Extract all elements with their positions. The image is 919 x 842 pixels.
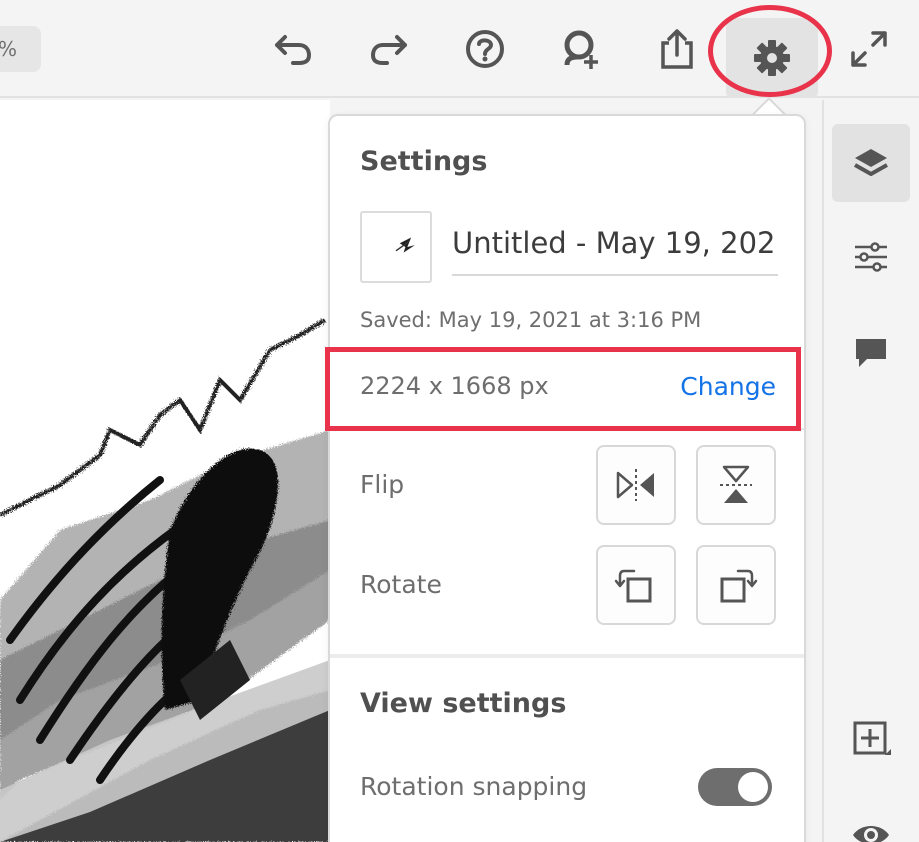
change-size-link[interactable]: Change xyxy=(680,372,776,401)
rotate-left-button[interactable] xyxy=(596,545,676,625)
toggle-knob xyxy=(738,772,768,802)
settings-popover: Settings Untitled - May 19, 202… Saved: … xyxy=(328,114,806,842)
layers-icon xyxy=(854,149,888,176)
add-layer-button[interactable] xyxy=(832,700,910,778)
rotation-snapping-toggle[interactable] xyxy=(698,768,772,806)
top-toolbar: % xyxy=(0,0,919,98)
settings-title: Settings xyxy=(360,146,488,177)
share-button[interactable] xyxy=(642,14,712,84)
rotate-right-icon xyxy=(720,569,758,603)
comment-icon xyxy=(856,339,886,367)
redo-button[interactable] xyxy=(354,14,424,84)
help-button[interactable] xyxy=(450,14,520,84)
eye-icon xyxy=(853,826,889,842)
flip-horizontal-button[interactable] xyxy=(596,445,676,525)
canvas-size: 2224 x 1668 px xyxy=(360,372,549,400)
settings-button[interactable] xyxy=(726,18,818,98)
thumbnail-image xyxy=(395,237,415,253)
undo-button[interactable] xyxy=(258,14,328,84)
app-window: % xyxy=(0,0,919,842)
document-thumbnail xyxy=(360,211,432,283)
help-icon xyxy=(466,30,504,68)
right-rail xyxy=(822,100,919,842)
fullscreen-icon xyxy=(851,31,887,67)
artwork xyxy=(0,318,330,842)
undo-icon xyxy=(275,35,311,65)
layers-button[interactable] xyxy=(832,124,910,202)
visibility-button[interactable] xyxy=(832,796,910,842)
rotate-label: Rotate xyxy=(360,570,442,599)
view-settings-title: View settings xyxy=(360,688,567,719)
flip-vertical-icon xyxy=(720,465,752,503)
flip-horizontal-icon xyxy=(616,469,654,501)
rotation-snapping-label: Rotation snapping xyxy=(360,772,588,801)
flip-label: Flip xyxy=(360,470,405,499)
redo-icon xyxy=(371,35,407,65)
adjustments-button[interactable] xyxy=(832,218,910,296)
rotate-right-button[interactable] xyxy=(696,545,776,625)
share-icon xyxy=(661,29,693,69)
comments-button[interactable] xyxy=(832,314,910,392)
invite-button[interactable] xyxy=(546,14,616,84)
drawing-canvas[interactable] xyxy=(0,100,330,842)
rotate-left-icon xyxy=(614,569,652,603)
zoom-level[interactable]: % xyxy=(0,26,41,72)
fullscreen-button[interactable] xyxy=(834,14,904,84)
adjustments-icon xyxy=(855,242,887,272)
canvas-size-row: 2224 x 1668 px Change xyxy=(330,352,804,430)
saved-timestamp: Saved: May 19, 2021 at 3:16 PM xyxy=(360,308,702,332)
invite-icon xyxy=(564,30,598,69)
flip-vertical-button[interactable] xyxy=(696,445,776,525)
document-name[interactable]: Untitled - May 19, 202… xyxy=(452,226,778,276)
add-layer-icon xyxy=(853,721,891,755)
section-divider xyxy=(330,654,804,658)
gear-icon xyxy=(754,40,790,76)
